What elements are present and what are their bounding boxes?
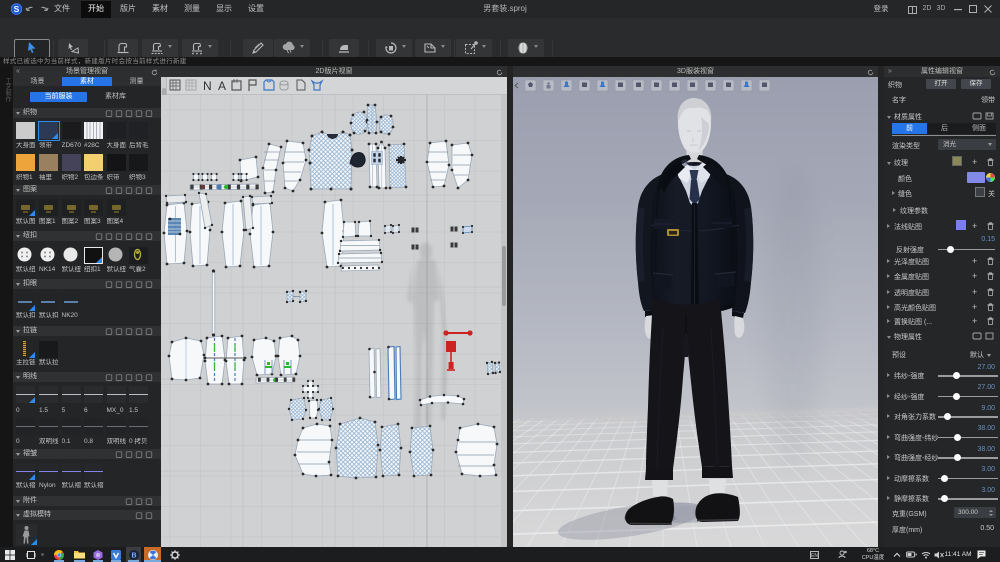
- svg-text:S: S: [14, 4, 20, 14]
- svg-text:A: A: [218, 79, 226, 93]
- svg-text:B: B: [131, 552, 136, 559]
- svg-text:N: N: [203, 79, 212, 93]
- svg-text:EN: EN: [811, 553, 818, 559]
